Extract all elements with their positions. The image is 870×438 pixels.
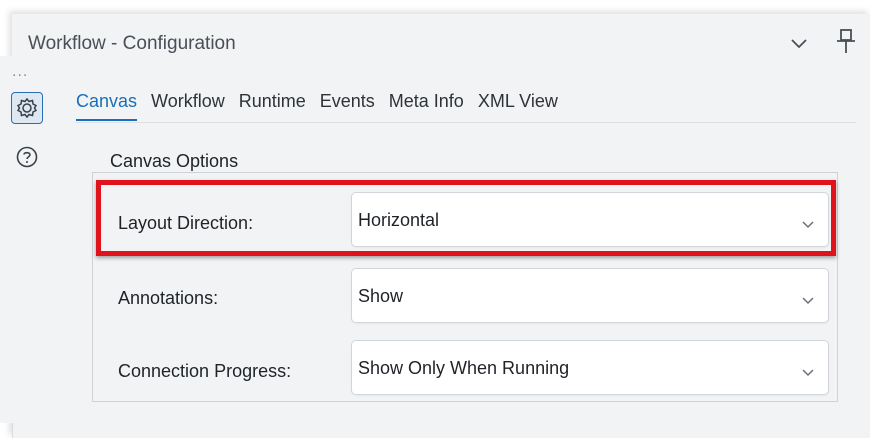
help-icon[interactable] [15, 145, 39, 169]
tab-canvas[interactable]: Canvas [76, 91, 138, 121]
tab-divider [76, 122, 856, 123]
tab-xml-view[interactable]: XML View [478, 91, 558, 121]
layout-direction-label: Layout Direction: [118, 213, 254, 233]
pin-icon[interactable] [834, 28, 858, 56]
connection-progress-select[interactable]: Show Only When Running [351, 340, 829, 395]
layout-direction-select[interactable]: Horizontal [351, 192, 829, 247]
more-dots-icon[interactable]: ... [12, 64, 28, 80]
window-title: Workflow - Configuration [28, 33, 236, 54]
annotations-select[interactable]: Show [351, 268, 829, 323]
annotations-value: Show [358, 286, 404, 306]
annotations-label: Annotations: [118, 288, 219, 308]
chevron-down-icon [802, 292, 814, 305]
chevron-down-icon [802, 216, 814, 229]
tab-meta-info[interactable]: Meta Info [389, 91, 464, 121]
tab-events[interactable]: Events [320, 91, 375, 121]
tab-workflow[interactable]: Workflow [151, 91, 225, 121]
chevron-down-icon [802, 364, 814, 377]
gear-icon[interactable] [11, 92, 43, 124]
canvas-options-legend: Canvas Options [104, 151, 245, 172]
connection-progress-label: Connection Progress: [118, 361, 292, 381]
tab-runtime[interactable]: Runtime [239, 91, 306, 121]
chevron-down-icon[interactable] [788, 32, 810, 54]
layout-direction-value: Horizontal [358, 210, 440, 230]
connection-progress-value: Show Only When Running [358, 358, 570, 378]
tab-bar: Canvas Workflow Runtime Events Meta Info… [76, 91, 558, 121]
